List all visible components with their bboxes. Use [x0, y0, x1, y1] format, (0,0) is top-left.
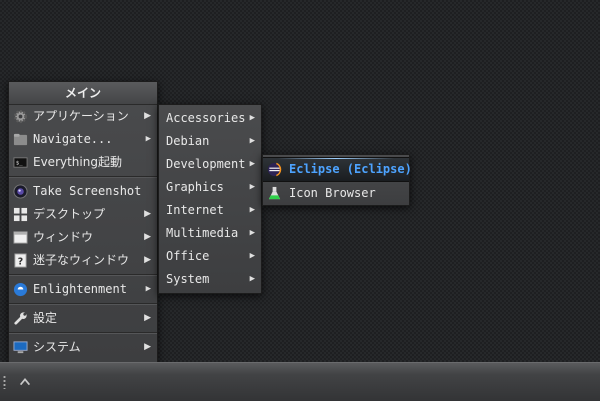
question-icon: ? [13, 253, 28, 268]
computer-icon [13, 340, 28, 355]
menu-item-label: デスクトップ [33, 207, 106, 221]
eclipse-icon [267, 162, 282, 177]
submenu-item-icon-browser[interactable]: Icon Browser [263, 182, 409, 205]
menu-item-label: Eclipse (Eclipse) [289, 162, 412, 176]
submenu-arrow-icon: ▶ [249, 113, 255, 123]
menu-item-settings[interactable]: 設定 ▶ [9, 307, 157, 330]
menu-item-label: Office [166, 249, 210, 263]
chevron-up-icon[interactable] [16, 373, 34, 391]
development-submenu: Eclipse (Eclipse) Icon Browser [262, 154, 412, 206]
menu-item-label: ウィンドウ [33, 230, 94, 244]
menu-item-label: Accessories [166, 111, 246, 125]
svg-text:$_: $_ [16, 160, 23, 166]
menu-item-lost-windows[interactable]: ? 迷子なウィンドウ ▶ [9, 249, 157, 272]
menu-item-navigate[interactable]: Navigate... ▶ [9, 128, 157, 151]
submenu-arrow-icon: ▶ [249, 205, 255, 215]
menu-item-label: System [166, 272, 210, 286]
submenu-item-system[interactable]: System ▶ [159, 268, 261, 291]
menu-item-label: システム [33, 340, 81, 354]
menu-item-label: アプリケーション [33, 109, 129, 123]
submenu-arrow-icon: ▶ [144, 313, 151, 323]
menu-item-label: Take Screenshot [33, 184, 142, 198]
menu-item-label: Graphics [166, 180, 224, 194]
terminal-icon: $_ [13, 155, 28, 170]
menu-item-label: 迷子なウィンドウ [33, 253, 130, 267]
folder-icon [13, 132, 28, 147]
submenu-item-office[interactable]: Office ▶ [159, 245, 261, 268]
menu-separator [9, 303, 157, 305]
menu-item-label: Development [166, 157, 246, 171]
applications-submenu: Accessories ▶ Debian ▶ Development ▶ Gra… [158, 104, 262, 294]
submenu-arrow-icon: ▶ [145, 284, 151, 294]
main-menu: メイン アプリケーション ▶ Navigate... ▶ $_ Everythi… [8, 81, 158, 363]
submenu-arrow-icon: ▶ [249, 136, 255, 146]
menu-item-window[interactable]: ウィンドウ ▶ [9, 226, 157, 249]
menu-separator [9, 332, 157, 334]
submenu-arrow-icon: ▶ [145, 134, 151, 144]
gear-icon [13, 109, 28, 124]
submenu-item-development[interactable]: Development ▶ [159, 153, 261, 176]
submenu-arrow-icon: ▶ [144, 342, 151, 352]
submenu-item-debian[interactable]: Debian ▶ [159, 130, 261, 153]
menu-item-label: 設定 [33, 311, 58, 325]
camera-icon [13, 184, 28, 199]
svg-text:?: ? [18, 256, 23, 267]
submenu-arrow-icon: ▶ [249, 251, 255, 261]
menu-item-system[interactable]: システム ▶ [9, 336, 157, 359]
submenu-arrow-icon: ▶ [144, 232, 151, 242]
menu-item-label: Internet [166, 203, 224, 217]
menu-separator [9, 274, 157, 276]
submenu-item-graphics[interactable]: Graphics ▶ [159, 176, 261, 199]
menu-item-label: Multimedia [166, 226, 239, 240]
desktop-grid-icon [13, 207, 28, 222]
menu-item-label: Enlightenment [33, 282, 127, 296]
submenu-arrow-icon: ▶ [144, 209, 151, 219]
menu-item-label: Everything起動 [33, 155, 122, 169]
menu-item-label: Navigate... [33, 132, 113, 146]
menu-item-label: Debian [166, 134, 210, 148]
menu-item-take-screenshot[interactable]: Take Screenshot [9, 180, 157, 203]
shelf-grip-handle[interactable] [3, 375, 6, 389]
submenu-item-internet[interactable]: Internet ▶ [159, 199, 261, 222]
submenu-arrow-icon: ▶ [249, 182, 255, 192]
menu-item-everything[interactable]: $_ Everything起動 [9, 151, 157, 174]
submenu-item-multimedia[interactable]: Multimedia ▶ [159, 222, 261, 245]
menu-item-label: Icon Browser [289, 186, 376, 200]
main-menu-title: メイン [9, 82, 157, 105]
menu-item-applications[interactable]: アプリケーション ▶ [9, 105, 157, 128]
submenu-item-eclipse[interactable]: Eclipse (Eclipse) [263, 157, 412, 182]
menu-separator [9, 176, 157, 178]
menu-item-enlightenment[interactable]: Enlightenment ▶ [9, 278, 157, 301]
submenu-arrow-icon: ▶ [249, 228, 255, 238]
submenu-arrow-icon: ▶ [249, 274, 255, 284]
wrench-icon [13, 311, 28, 326]
window-icon [13, 230, 28, 245]
bottom-shelf [0, 362, 600, 401]
submenu-item-accessories[interactable]: Accessories ▶ [159, 107, 261, 130]
submenu-arrow-icon: ▶ [144, 111, 151, 121]
submenu-arrow-icon: ▶ [249, 159, 255, 169]
submenu-arrow-icon: ▶ [144, 255, 151, 265]
enlightenment-icon [13, 282, 28, 297]
menu-item-desktop[interactable]: デスクトップ ▶ [9, 203, 157, 226]
flask-icon [267, 186, 282, 201]
